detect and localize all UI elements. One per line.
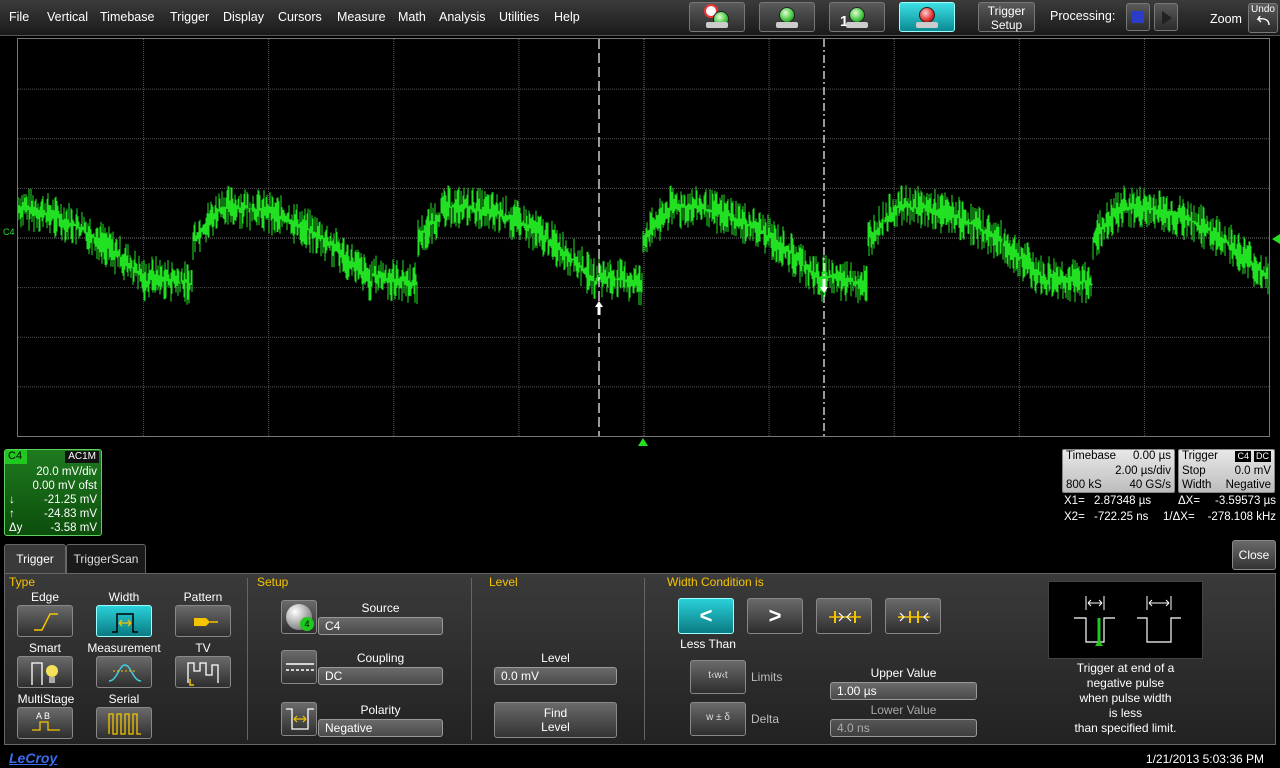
auto-trigger-button[interactable] [689, 2, 745, 32]
red-led-icon [919, 7, 935, 23]
trigger-setup-button[interactable]: Trigger Setup [978, 2, 1035, 32]
green-led-icon [849, 7, 865, 23]
menu-measure[interactable]: Measure [337, 10, 386, 24]
led-base-icon [776, 22, 798, 28]
green-led-icon [779, 7, 795, 23]
stop-trigger-button[interactable] [899, 2, 955, 32]
menu-utilities[interactable]: Utilities [499, 10, 539, 24]
led-base-icon [916, 22, 938, 28]
menu-math[interactable]: Math [398, 10, 426, 24]
single-trigger-button[interactable]: 1 [829, 2, 885, 32]
trigger-setup-label-2: Setup [990, 18, 1023, 32]
menu-trigger[interactable]: Trigger [170, 10, 209, 24]
processing-run-button[interactable] [1154, 3, 1178, 31]
processing-label: Processing: [1050, 9, 1116, 23]
stop-square-icon [1132, 11, 1144, 23]
menu-timebase[interactable]: Timebase [100, 10, 154, 24]
menu-cursors[interactable]: Cursors [278, 10, 322, 24]
menu-file[interactable]: File [9, 10, 29, 24]
trigger-setup-label-1: Trigger [987, 4, 1026, 18]
menu-display[interactable]: Display [223, 10, 264, 24]
normal-trigger-button[interactable] [759, 2, 815, 32]
waveform-grid[interactable] [17, 38, 1270, 437]
undo-button[interactable]: Undo [1248, 3, 1278, 33]
play-icon [1162, 11, 1172, 25]
menu-help[interactable]: Help [554, 10, 580, 24]
processing-stop-button[interactable] [1126, 3, 1150, 31]
undo-arrow-icon [1256, 15, 1270, 26]
undo-label: Undo [1251, 4, 1275, 15]
zoom-label[interactable]: Zoom [1210, 12, 1242, 26]
menu-analysis[interactable]: Analysis [439, 10, 486, 24]
led-base-icon [846, 22, 868, 28]
led-base-icon [706, 22, 728, 28]
menu-vertical[interactable]: Vertical [47, 10, 88, 24]
menu-bar: File Vertical Timebase Trigger Display C… [0, 0, 1280, 36]
